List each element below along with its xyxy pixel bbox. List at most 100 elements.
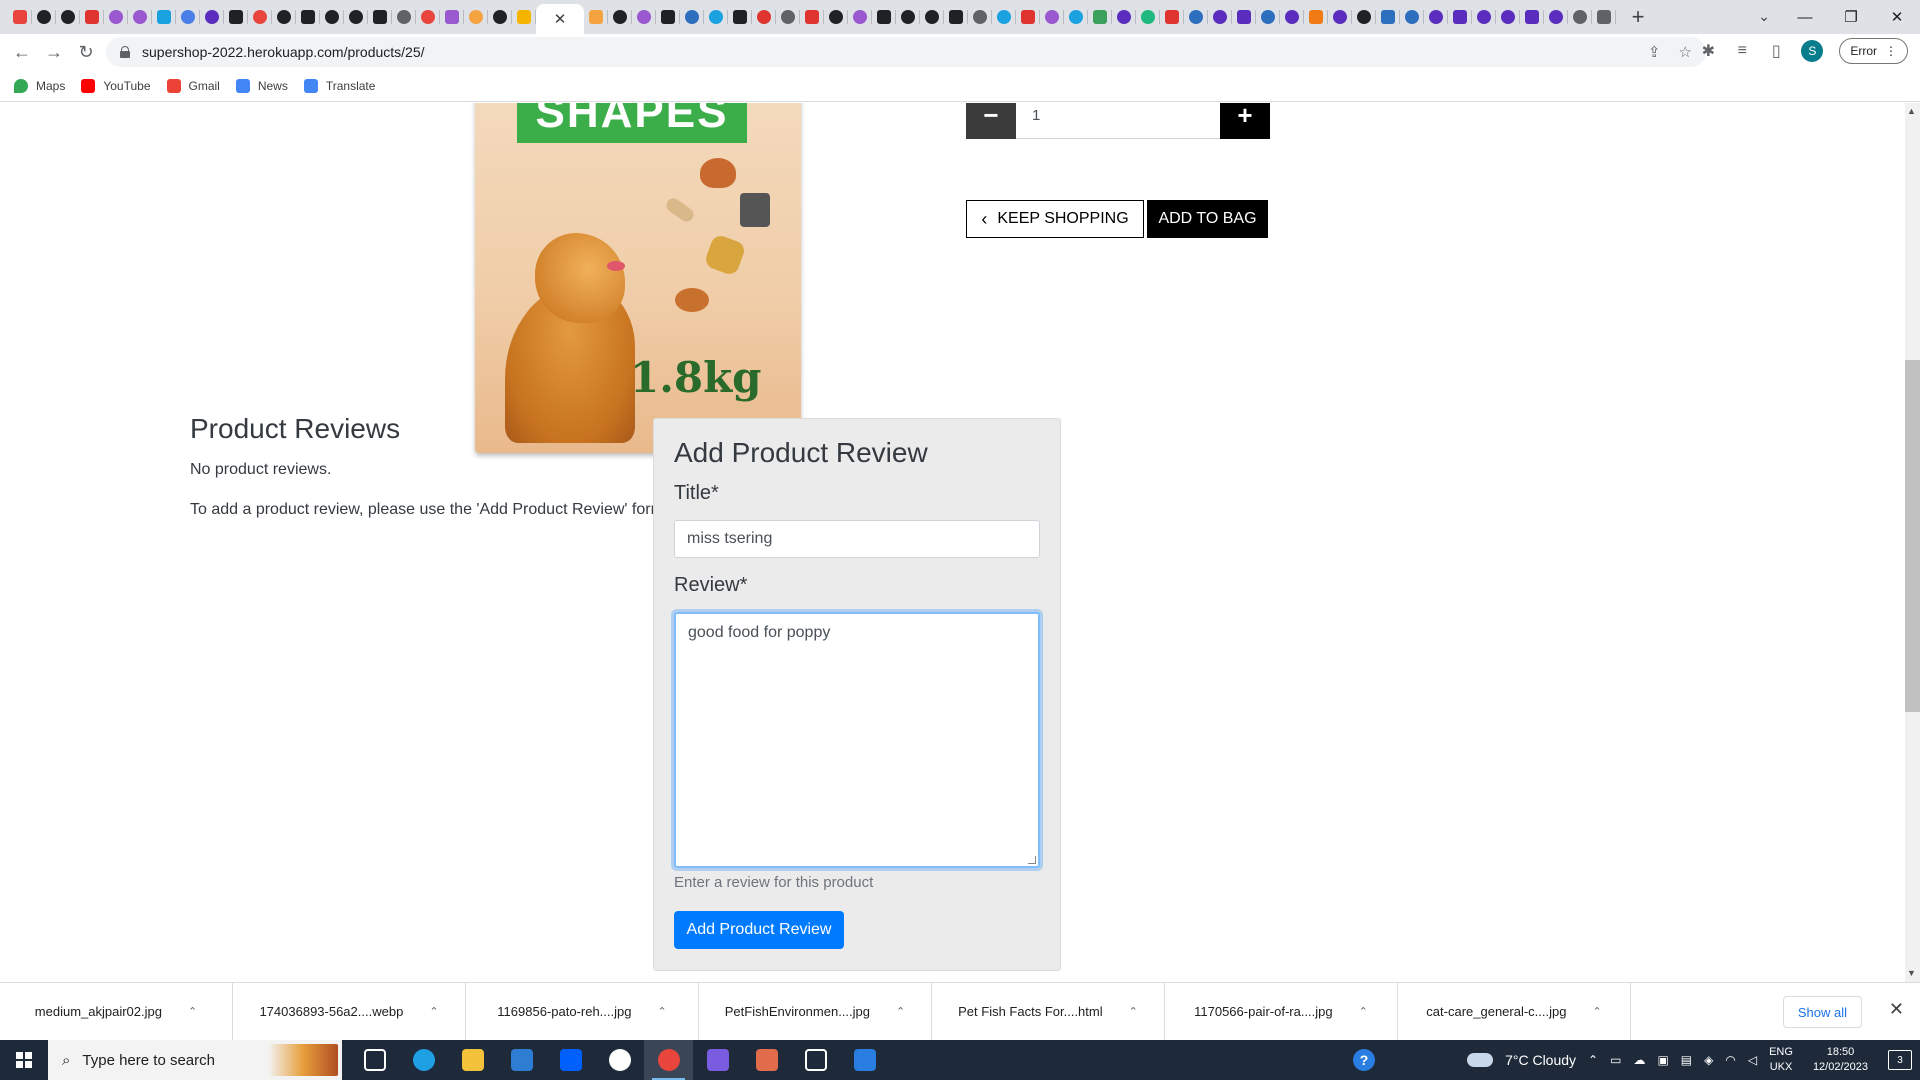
browser-after-tab-19[interactable] [1040,0,1064,34]
volume-icon[interactable]: ◁ [1748,1053,1757,1067]
browser-after-tab-38[interactable] [1496,0,1520,34]
battery-icon[interactable]: ▭ [1610,1053,1621,1067]
browser-after-tab-11[interactable] [848,0,872,34]
close-download-shelf-button[interactable]: ✕ [1889,999,1904,1020]
browser-tab-6[interactable] [152,0,176,34]
browser-tab-3[interactable] [80,0,104,34]
browser-after-tab-34[interactable] [1400,0,1424,34]
media-control-icon[interactable]: ≡ [1733,42,1751,60]
browser-after-tab-32[interactable] [1352,0,1376,34]
share-icon[interactable]: ⇪ [1648,43,1661,61]
browser-tab-13[interactable] [320,0,344,34]
error-button[interactable]: Error ⋮ [1839,38,1908,64]
browser-after-tab-5[interactable] [704,0,728,34]
browser-after-tab-37[interactable] [1472,0,1496,34]
help-icon[interactable]: ? [1353,1049,1376,1071]
browser-tab-20[interactable] [488,0,512,34]
browser-after-tab-2[interactable] [632,0,656,34]
browser-after-tab-26[interactable] [1208,0,1232,34]
taskbar-app-chrome[interactable] [644,1040,693,1080]
taskbar-app-paint[interactable] [742,1040,791,1080]
browser-after-tab-16[interactable] [968,0,992,34]
browser-after-tab-40[interactable] [1544,0,1568,34]
browser-tab-10[interactable] [248,0,272,34]
download-item[interactable]: Pet Fish Facts For....html ⌃ [932,982,1165,1041]
weather-cloud-icon[interactable] [1467,1053,1494,1067]
browser-tab-1[interactable] [32,0,56,34]
browser-tab-15[interactable] [368,0,392,34]
wifi-icon[interactable]: ◠ [1725,1053,1735,1067]
quantity-input[interactable]: 1 [1016,103,1220,139]
browser-after-tab-12[interactable] [872,0,896,34]
bookmark-news[interactable]: News [235,78,288,93]
browser-tab-9[interactable] [224,0,248,34]
browser-tab-18[interactable] [440,0,464,34]
location-icon[interactable]: ◈ [1704,1053,1713,1067]
taskbar-app-edge[interactable] [399,1040,448,1080]
browser-after-tab-6[interactable] [728,0,752,34]
browser-tab-11[interactable] [272,0,296,34]
browser-after-tab-1[interactable] [608,0,632,34]
maximize-button[interactable]: ❐ [1828,8,1874,26]
browser-after-tab-8[interactable] [776,0,800,34]
browser-after-tab-13[interactable] [896,0,920,34]
address-bar[interactable]: supershop-2022.herokuapp.com/products/25… [106,37,1706,67]
onedrive-icon[interactable]: ☁ [1633,1053,1645,1067]
back-button[interactable]: ← [6,42,38,63]
review-title-input[interactable]: miss tsering [674,520,1040,558]
active-tab[interactable]: ✕ [536,4,584,34]
browser-after-tab-17[interactable] [992,0,1016,34]
browser-tab-5[interactable] [128,0,152,34]
browser-after-tab-41[interactable] [1568,0,1592,34]
browser-after-tab-29[interactable] [1280,0,1304,34]
language-indicator[interactable]: ENG UKX [1769,1045,1793,1075]
chevron-up-icon[interactable]: ⌃ [1129,1005,1138,1018]
minimize-button[interactable]: — [1782,9,1828,26]
browser-after-tab-39[interactable] [1520,0,1544,34]
browser-after-tab-4[interactable] [680,0,704,34]
browser-after-tab-33[interactable] [1376,0,1400,34]
taskbar-search[interactable]: ⌕ Type here to search [48,1040,342,1080]
browser-tab-12[interactable] [296,0,320,34]
show-hidden-icons-chevron[interactable]: ⌃ [1588,1053,1598,1067]
extensions-icon[interactable]: ✱ [1699,41,1717,61]
browser-tab-8[interactable] [200,0,224,34]
download-item[interactable]: 1169856-pato-reh....jpg ⌃ [466,982,699,1041]
browser-after-tab-28[interactable] [1256,0,1280,34]
download-item[interactable]: 1170566-pair-of-ra....jpg ⌃ [1165,982,1398,1041]
close-tab-icon[interactable]: ✕ [554,10,567,28]
add-to-bag-button[interactable]: ADD TO BAG [1147,200,1268,238]
browser-after-tab-0[interactable] [584,0,608,34]
chevron-up-icon[interactable]: ⌃ [188,1005,197,1018]
bookmark-maps[interactable]: Maps [14,78,65,93]
browser-tab-16[interactable] [392,0,416,34]
reload-button[interactable]: ↻ [70,42,102,63]
decrease-quantity-button[interactable]: − [966,103,1016,139]
bookmark-star-icon[interactable]: ☆ [1679,43,1692,61]
browser-tab-4[interactable] [104,0,128,34]
add-product-review-button[interactable]: Add Product Review [674,911,844,949]
display-icon[interactable]: ▤ [1681,1053,1692,1067]
browser-after-tab-15[interactable] [944,0,968,34]
browser-tab-0[interactable] [8,0,32,34]
taskbar-app-file-explorer[interactable] [448,1040,497,1080]
taskbar-app-settings[interactable] [791,1040,840,1080]
browser-after-tab-25[interactable] [1184,0,1208,34]
browser-after-tab-7[interactable] [752,0,776,34]
url-text[interactable]: supershop-2022.herokuapp.com/products/25… [142,44,425,60]
browser-tab-2[interactable] [56,0,80,34]
review-textarea[interactable]: good food for poppy [674,612,1040,868]
tab-search-icon[interactable]: ⌄ [1758,8,1770,25]
download-item[interactable]: medium_akjpair02.jpg ⌃ [0,982,233,1041]
taskbar-app-mail[interactable] [497,1040,546,1080]
browser-after-tab-27[interactable] [1232,0,1256,34]
meet-now-icon[interactable]: ▣ [1657,1053,1668,1067]
profile-avatar[interactable]: S [1801,40,1824,62]
close-window-button[interactable]: ✕ [1874,8,1920,26]
start-button[interactable] [0,1040,48,1080]
bookmark-gmail[interactable]: Gmail [166,78,220,93]
chevron-up-icon[interactable]: ⌃ [429,1005,438,1018]
forward-button[interactable]: → [38,42,70,63]
taskbar-app-vscode-like[interactable] [693,1040,742,1080]
browser-after-tab-10[interactable] [824,0,848,34]
